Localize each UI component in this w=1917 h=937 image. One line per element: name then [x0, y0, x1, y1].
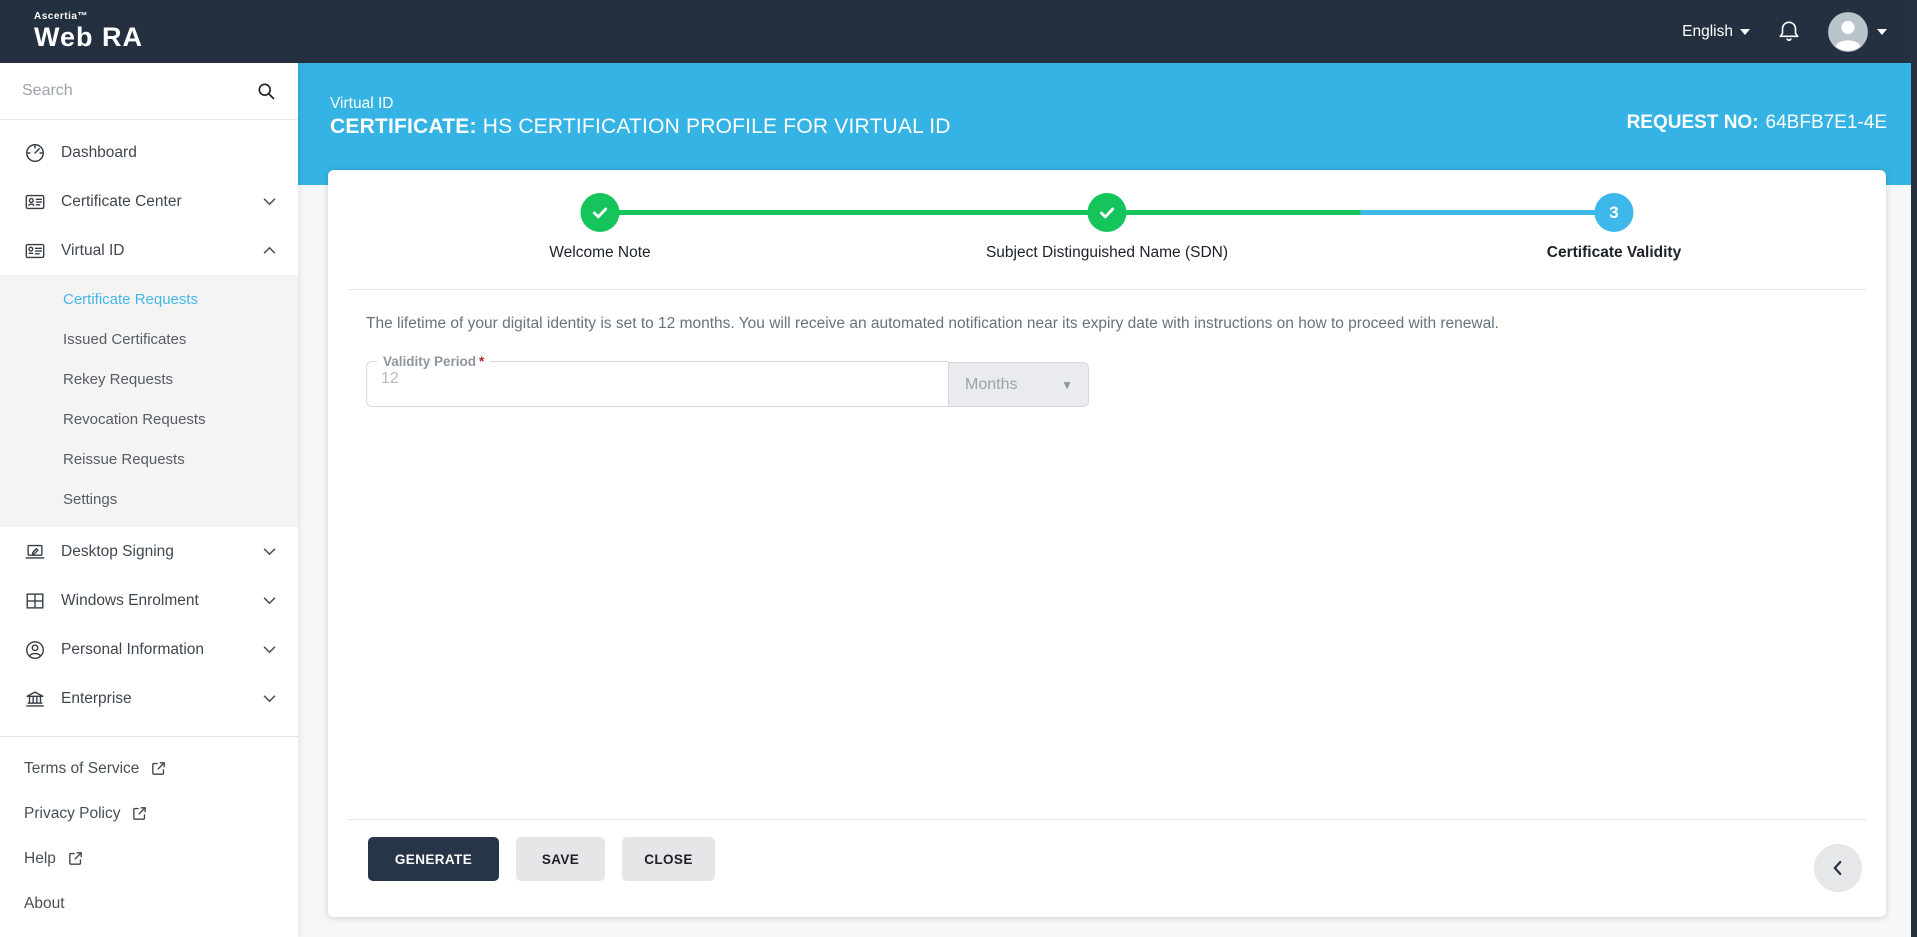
submenu-item-revocation-requests[interactable]: Revocation Requests	[0, 399, 298, 439]
sidebar-item-label: Windows Enrolment	[61, 591, 199, 609]
sidebar-item-dashboard[interactable]: Dashboard	[0, 128, 298, 177]
external-link-icon	[133, 807, 147, 820]
generate-button[interactable]: GENERATE	[368, 837, 499, 881]
sidebar-item-label: Virtual ID	[61, 241, 125, 259]
submenu-item-issued-certificates[interactable]: Issued Certificates	[0, 319, 298, 359]
wizard-footer: GENERATE SAVE CLOSE	[348, 819, 1866, 896]
step-3-label: Certificate Validity	[1546, 244, 1682, 261]
submenu-item-settings[interactable]: Settings	[0, 479, 298, 519]
step-3-circle[interactable]: 3	[1594, 193, 1634, 232]
dashboard-icon	[26, 143, 44, 162]
search-input[interactable]	[22, 82, 256, 100]
page-title-prefix: CERTIFICATE:	[330, 115, 477, 138]
chevron-down-icon	[1740, 28, 1750, 35]
check-icon	[592, 207, 608, 219]
external-link-icon	[69, 852, 82, 865]
sidebar-divider	[0, 736, 298, 737]
chevron-up-icon	[263, 246, 276, 254]
step-1-circle[interactable]	[580, 193, 620, 232]
page-title: CERTIFICATE: HS CERTIFICATION PROFILE FO…	[330, 115, 951, 139]
select-arrow-icon: ▼	[1061, 377, 1073, 392]
topbar: Ascertia™ Web RA English	[0, 0, 1917, 63]
windows-icon	[26, 592, 44, 609]
step-number: 3	[1609, 202, 1619, 222]
about-link[interactable]: About	[0, 881, 298, 926]
save-button[interactable]: SAVE	[516, 837, 605, 881]
sidebar-item-personal-information[interactable]: Personal Information	[0, 625, 298, 674]
unit-select-value: Months	[965, 375, 1018, 393]
required-asterisk: *	[479, 354, 485, 369]
avatar	[1828, 11, 1868, 52]
request-number: REQUEST NO: 64BFB7E1-4E	[1627, 112, 1887, 134]
chevron-down-icon	[263, 597, 276, 605]
stepper-connector-1	[599, 210, 1107, 215]
person-circle-icon	[26, 640, 44, 659]
validity-unit-select[interactable]: Months ▼	[948, 362, 1089, 407]
step-2-label: Subject Distinguished Name (SDN)	[985, 244, 1229, 261]
sidebar-item-windows-enrolment[interactable]: Windows Enrolment	[0, 576, 298, 625]
breadcrumb: Virtual ID	[330, 95, 394, 112]
validity-period-label: Validity Period *	[383, 354, 485, 369]
language-selector[interactable]: English	[1682, 23, 1750, 41]
sidebar-item-label: Personal Information	[61, 640, 205, 658]
page-header-band: Virtual ID CERTIFICATE: HS CERTIFICATION…	[298, 63, 1917, 185]
sidebar-item-label: Desktop Signing	[61, 542, 174, 560]
chevron-left-icon	[1833, 860, 1842, 876]
foot-link-label: Help	[24, 849, 56, 867]
privacy-policy-link[interactable]: Privacy Policy	[0, 791, 298, 836]
sidebar-item-label: Enterprise	[61, 689, 132, 707]
sidebar-item-label: Dashboard	[61, 143, 137, 161]
brand-company: Ascertia™	[34, 11, 88, 22]
page-title-rest: HS CERTIFICATION PROFILE FOR VIRTUAL ID	[476, 115, 951, 138]
chevron-down-icon	[263, 695, 276, 703]
certificate-card-icon	[25, 194, 45, 209]
right-edge-strip	[1911, 0, 1917, 937]
external-link-icon	[152, 762, 166, 775]
check-icon	[1099, 207, 1115, 219]
sidebar: Dashboard Certificate Center Virtual ID …	[0, 63, 298, 937]
submenu-item-certificate-requests[interactable]: Certificate Requests	[0, 279, 298, 319]
wizard-stepper: 3 Welcome Note Subject Distinguished Nam…	[348, 170, 1866, 290]
validity-info-text: The lifetime of your digital identity is…	[366, 315, 1499, 332]
foot-link-label: Terms of Service	[24, 759, 140, 777]
chevron-down-icon	[263, 548, 276, 556]
step-1-label: Welcome Note	[549, 244, 651, 261]
stepper-connector-2	[1107, 210, 1614, 215]
brand-product: Web RA	[34, 22, 144, 52]
sidebar-item-virtual-id[interactable]: Virtual ID	[0, 226, 298, 275]
chevron-down-icon	[263, 646, 276, 654]
validity-period-input[interactable]	[375, 369, 920, 388]
desktop-signing-icon	[25, 544, 45, 559]
sidebar-item-label: Certificate Center	[61, 192, 182, 210]
brand-logo: Ascertia™ Web RA	[34, 12, 143, 51]
validity-field-row: Validity Period* Months ▼	[366, 354, 1886, 407]
bank-building-icon	[26, 690, 44, 707]
sidebar-item-enterprise[interactable]: Enterprise	[0, 674, 298, 723]
search-icon[interactable]	[256, 81, 276, 101]
help-link[interactable]: Help	[0, 836, 298, 881]
request-number-value: 64BFB7E1-4E	[1765, 112, 1887, 133]
submenu-item-rekey-requests[interactable]: Rekey Requests	[0, 359, 298, 399]
step-2-circle[interactable]	[1087, 193, 1127, 232]
virtual-id-card-icon	[25, 243, 45, 258]
sidebar-item-desktop-signing[interactable]: Desktop Signing	[0, 527, 298, 576]
language-label: English	[1682, 22, 1733, 40]
validity-period-fieldset: Validity Period *	[366, 354, 948, 407]
close-button[interactable]: CLOSE	[622, 837, 715, 881]
wizard-card: 3 Welcome Note Subject Distinguished Nam…	[328, 170, 1886, 917]
sidebar-item-certificate-center[interactable]: Certificate Center	[0, 177, 298, 226]
submenu-item-reissue-requests[interactable]: Reissue Requests	[0, 439, 298, 479]
terms-of-service-link[interactable]: Terms of Service	[0, 746, 298, 791]
notifications-bell-icon[interactable]	[1776, 19, 1802, 45]
foot-link-label: About	[24, 894, 65, 912]
back-step-button[interactable]	[1814, 844, 1862, 892]
chevron-down-icon	[263, 198, 276, 206]
sidebar-search	[0, 63, 298, 120]
virtual-id-submenu: Certificate Requests Issued Certificates…	[0, 275, 298, 527]
chevron-down-icon	[1877, 28, 1887, 35]
user-menu[interactable]	[1828, 11, 1887, 52]
request-number-label: REQUEST NO:	[1626, 112, 1759, 133]
foot-link-label: Privacy Policy	[24, 804, 121, 822]
